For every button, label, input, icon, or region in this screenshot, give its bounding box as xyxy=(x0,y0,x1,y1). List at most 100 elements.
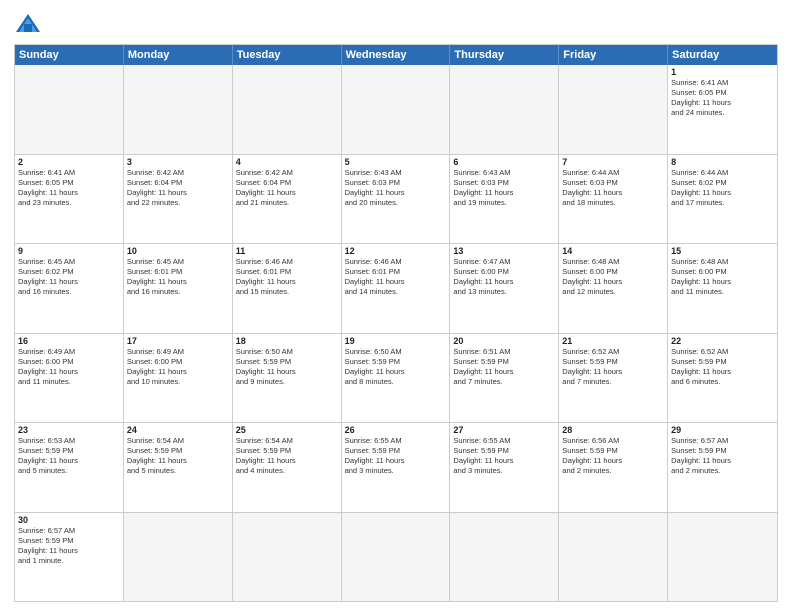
calendar-cell-1-6: 8Sunrise: 6:44 AM Sunset: 6:02 PM Daylig… xyxy=(668,155,777,244)
calendar-cell-3-4: 20Sunrise: 6:51 AM Sunset: 5:59 PM Dayli… xyxy=(450,334,559,423)
calendar-cell-2-3: 12Sunrise: 6:46 AM Sunset: 6:01 PM Dayli… xyxy=(342,244,451,333)
calendar-cell-1-0: 2Sunrise: 6:41 AM Sunset: 6:05 PM Daylig… xyxy=(15,155,124,244)
calendar-cell-5-3 xyxy=(342,513,451,602)
day-number: 16 xyxy=(18,336,120,346)
day-number: 27 xyxy=(453,425,555,435)
day-number: 2 xyxy=(18,157,120,167)
calendar-cell-2-6: 15Sunrise: 6:48 AM Sunset: 6:00 PM Dayli… xyxy=(668,244,777,333)
calendar-cell-4-5: 28Sunrise: 6:56 AM Sunset: 5:59 PM Dayli… xyxy=(559,423,668,512)
day-number: 21 xyxy=(562,336,664,346)
calendar-row-5: 30Sunrise: 6:57 AM Sunset: 5:59 PM Dayli… xyxy=(15,512,777,602)
calendar-cell-0-1 xyxy=(124,65,233,154)
cell-info: Sunrise: 6:41 AM Sunset: 6:05 PM Dayligh… xyxy=(671,78,774,119)
cell-info: Sunrise: 6:54 AM Sunset: 5:59 PM Dayligh… xyxy=(127,436,229,477)
day-number: 5 xyxy=(345,157,447,167)
calendar-row-2: 9Sunrise: 6:45 AM Sunset: 6:02 PM Daylig… xyxy=(15,243,777,333)
calendar-cell-4-0: 23Sunrise: 6:53 AM Sunset: 5:59 PM Dayli… xyxy=(15,423,124,512)
calendar-cell-3-0: 16Sunrise: 6:49 AM Sunset: 6:00 PM Dayli… xyxy=(15,334,124,423)
day-number: 23 xyxy=(18,425,120,435)
day-number: 18 xyxy=(236,336,338,346)
calendar-cell-1-3: 5Sunrise: 6:43 AM Sunset: 6:03 PM Daylig… xyxy=(342,155,451,244)
day-number: 22 xyxy=(671,336,774,346)
cell-info: Sunrise: 6:48 AM Sunset: 6:00 PM Dayligh… xyxy=(671,257,774,298)
day-number: 29 xyxy=(671,425,774,435)
cell-info: Sunrise: 6:50 AM Sunset: 5:59 PM Dayligh… xyxy=(345,347,447,388)
cell-info: Sunrise: 6:48 AM Sunset: 6:00 PM Dayligh… xyxy=(562,257,664,298)
calendar-cell-4-6: 29Sunrise: 6:57 AM Sunset: 5:59 PM Dayli… xyxy=(668,423,777,512)
calendar-body: 1Sunrise: 6:41 AM Sunset: 6:05 PM Daylig… xyxy=(15,65,777,601)
day-number: 14 xyxy=(562,246,664,256)
day-number: 25 xyxy=(236,425,338,435)
cell-info: Sunrise: 6:49 AM Sunset: 6:00 PM Dayligh… xyxy=(127,347,229,388)
header-day-wednesday: Wednesday xyxy=(342,45,451,65)
calendar-cell-4-3: 26Sunrise: 6:55 AM Sunset: 5:59 PM Dayli… xyxy=(342,423,451,512)
header-day-sunday: Sunday xyxy=(15,45,124,65)
calendar-row-0: 1Sunrise: 6:41 AM Sunset: 6:05 PM Daylig… xyxy=(15,65,777,154)
calendar-row-1: 2Sunrise: 6:41 AM Sunset: 6:05 PM Daylig… xyxy=(15,154,777,244)
header-day-monday: Monday xyxy=(124,45,233,65)
calendar-cell-5-1 xyxy=(124,513,233,602)
day-number: 3 xyxy=(127,157,229,167)
day-number: 11 xyxy=(236,246,338,256)
calendar-cell-5-2 xyxy=(233,513,342,602)
day-number: 8 xyxy=(671,157,774,167)
day-number: 4 xyxy=(236,157,338,167)
calendar-cell-1-1: 3Sunrise: 6:42 AM Sunset: 6:04 PM Daylig… xyxy=(124,155,233,244)
calendar: SundayMondayTuesdayWednesdayThursdayFrid… xyxy=(14,44,778,602)
day-number: 13 xyxy=(453,246,555,256)
cell-info: Sunrise: 6:43 AM Sunset: 6:03 PM Dayligh… xyxy=(453,168,555,209)
calendar-cell-0-2 xyxy=(233,65,342,154)
cell-info: Sunrise: 6:52 AM Sunset: 5:59 PM Dayligh… xyxy=(671,347,774,388)
calendar-cell-3-3: 19Sunrise: 6:50 AM Sunset: 5:59 PM Dayli… xyxy=(342,334,451,423)
calendar-cell-4-2: 25Sunrise: 6:54 AM Sunset: 5:59 PM Dayli… xyxy=(233,423,342,512)
cell-info: Sunrise: 6:51 AM Sunset: 5:59 PM Dayligh… xyxy=(453,347,555,388)
cell-info: Sunrise: 6:55 AM Sunset: 5:59 PM Dayligh… xyxy=(345,436,447,477)
day-number: 17 xyxy=(127,336,229,346)
calendar-cell-5-0: 30Sunrise: 6:57 AM Sunset: 5:59 PM Dayli… xyxy=(15,513,124,602)
cell-info: Sunrise: 6:47 AM Sunset: 6:00 PM Dayligh… xyxy=(453,257,555,298)
cell-info: Sunrise: 6:46 AM Sunset: 6:01 PM Dayligh… xyxy=(236,257,338,298)
cell-info: Sunrise: 6:42 AM Sunset: 6:04 PM Dayligh… xyxy=(127,168,229,209)
cell-info: Sunrise: 6:44 AM Sunset: 6:03 PM Dayligh… xyxy=(562,168,664,209)
calendar-cell-2-5: 14Sunrise: 6:48 AM Sunset: 6:00 PM Dayli… xyxy=(559,244,668,333)
day-number: 6 xyxy=(453,157,555,167)
cell-info: Sunrise: 6:54 AM Sunset: 5:59 PM Dayligh… xyxy=(236,436,338,477)
calendar-cell-2-2: 11Sunrise: 6:46 AM Sunset: 6:01 PM Dayli… xyxy=(233,244,342,333)
day-number: 7 xyxy=(562,157,664,167)
cell-info: Sunrise: 6:45 AM Sunset: 6:01 PM Dayligh… xyxy=(127,257,229,298)
calendar-cell-0-5 xyxy=(559,65,668,154)
logo-icon xyxy=(14,10,42,38)
day-number: 19 xyxy=(345,336,447,346)
cell-info: Sunrise: 6:49 AM Sunset: 6:00 PM Dayligh… xyxy=(18,347,120,388)
cell-info: Sunrise: 6:43 AM Sunset: 6:03 PM Dayligh… xyxy=(345,168,447,209)
cell-info: Sunrise: 6:57 AM Sunset: 5:59 PM Dayligh… xyxy=(671,436,774,477)
day-number: 26 xyxy=(345,425,447,435)
calendar-cell-0-4 xyxy=(450,65,559,154)
calendar-cell-5-6 xyxy=(668,513,777,602)
calendar-row-4: 23Sunrise: 6:53 AM Sunset: 5:59 PM Dayli… xyxy=(15,422,777,512)
cell-info: Sunrise: 6:41 AM Sunset: 6:05 PM Dayligh… xyxy=(18,168,120,209)
day-number: 30 xyxy=(18,515,120,525)
header-day-saturday: Saturday xyxy=(668,45,777,65)
day-number: 20 xyxy=(453,336,555,346)
calendar-cell-5-4 xyxy=(450,513,559,602)
calendar-cell-2-1: 10Sunrise: 6:45 AM Sunset: 6:01 PM Dayli… xyxy=(124,244,233,333)
cell-info: Sunrise: 6:52 AM Sunset: 5:59 PM Dayligh… xyxy=(562,347,664,388)
header-day-thursday: Thursday xyxy=(450,45,559,65)
day-number: 10 xyxy=(127,246,229,256)
calendar-cell-3-2: 18Sunrise: 6:50 AM Sunset: 5:59 PM Dayli… xyxy=(233,334,342,423)
calendar-row-3: 16Sunrise: 6:49 AM Sunset: 6:00 PM Dayli… xyxy=(15,333,777,423)
day-number: 24 xyxy=(127,425,229,435)
calendar-cell-1-4: 6Sunrise: 6:43 AM Sunset: 6:03 PM Daylig… xyxy=(450,155,559,244)
calendar-cell-1-5: 7Sunrise: 6:44 AM Sunset: 6:03 PM Daylig… xyxy=(559,155,668,244)
calendar-cell-4-1: 24Sunrise: 6:54 AM Sunset: 5:59 PM Dayli… xyxy=(124,423,233,512)
day-number: 12 xyxy=(345,246,447,256)
day-number: 15 xyxy=(671,246,774,256)
calendar-cell-4-4: 27Sunrise: 6:55 AM Sunset: 5:59 PM Dayli… xyxy=(450,423,559,512)
calendar-cell-2-0: 9Sunrise: 6:45 AM Sunset: 6:02 PM Daylig… xyxy=(15,244,124,333)
cell-info: Sunrise: 6:56 AM Sunset: 5:59 PM Dayligh… xyxy=(562,436,664,477)
calendar-cell-2-4: 13Sunrise: 6:47 AM Sunset: 6:00 PM Dayli… xyxy=(450,244,559,333)
calendar-header: SundayMondayTuesdayWednesdayThursdayFrid… xyxy=(15,45,777,65)
calendar-cell-0-0 xyxy=(15,65,124,154)
calendar-cell-3-1: 17Sunrise: 6:49 AM Sunset: 6:00 PM Dayli… xyxy=(124,334,233,423)
